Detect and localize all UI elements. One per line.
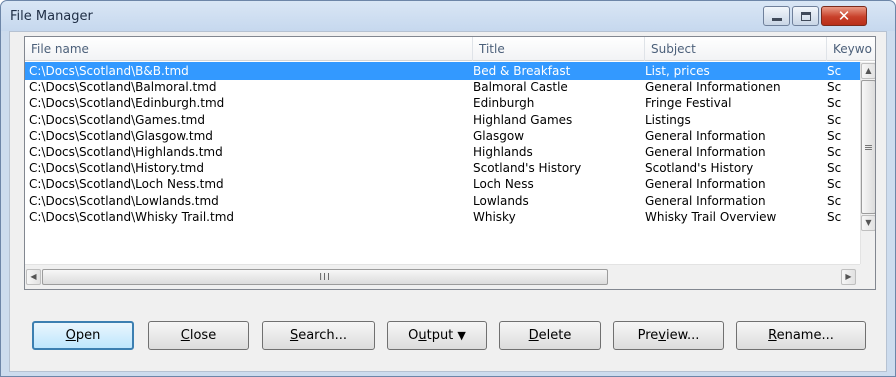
- output-mnemonic: u: [418, 328, 427, 343]
- column-header-title[interactable]: Title: [473, 37, 645, 61]
- open-mnemonic: O: [65, 328, 76, 343]
- scrollbar-corner: [860, 264, 875, 289]
- column-header-subject[interactable]: Subject: [645, 37, 827, 61]
- close-button[interactable]: Close: [148, 321, 249, 350]
- minimize-icon: [771, 18, 782, 21]
- open-label-post: pen: [75, 328, 101, 343]
- preview-button[interactable]: Preview...: [613, 321, 724, 350]
- column-header-file-name[interactable]: File name: [25, 37, 473, 61]
- list-rows: C:\Docs\Scotland\B&B.tmd Bed & Breakfast L…: [25, 62, 860, 264]
- delete-button[interactable]: Delete: [499, 321, 601, 350]
- title-bar[interactable]: File Manager ✕: [1, 1, 895, 31]
- search-label-post: earch...: [298, 328, 348, 343]
- horizontal-scroll-thumb[interactable]: III: [42, 269, 608, 285]
- rename-label-post: ename...: [776, 328, 834, 343]
- output-label-pre: O: [408, 328, 419, 343]
- delete-mnemonic: D: [528, 328, 539, 343]
- dropdown-arrow-icon: ▼: [457, 329, 466, 342]
- scroll-right-button[interactable]: ▶: [841, 269, 856, 285]
- subject-cell: Whisky Trail Overview: [645, 209, 777, 224]
- vertical-scrollbar[interactable]: ▲ ≡ ▼: [860, 62, 875, 264]
- window-title: File Manager: [10, 9, 93, 24]
- rename-button[interactable]: Rename...: [736, 321, 866, 350]
- delete-label-post: elete: [538, 328, 572, 343]
- output-label-post: tput: [426, 328, 454, 343]
- search-button[interactable]: Search...: [262, 321, 375, 350]
- preview-label-pre: Pre: [637, 328, 659, 343]
- list-header: File name Title Subject Keywo: [25, 37, 875, 61]
- search-mnemonic: S: [289, 328, 299, 343]
- horizontal-scrollbar[interactable]: ◀ III ▶: [25, 264, 860, 289]
- scroll-down-button[interactable]: ▼: [861, 215, 875, 231]
- scroll-left-button[interactable]: ◀: [26, 269, 41, 285]
- file-list[interactable]: File name Title Subject Keywo C:\Docs\Sc…: [24, 36, 876, 290]
- close-label-post: lose: [189, 328, 217, 343]
- table-row[interactable]: C:\Docs\Scotland\Whisky Trail.tmd Whisky W…: [25, 208, 860, 226]
- minimize-button[interactable]: [763, 6, 790, 26]
- preview-label-post: iew...: [665, 328, 700, 343]
- close-window-button[interactable]: ✕: [821, 6, 867, 26]
- maximize-icon: [800, 11, 811, 21]
- close-icon: ✕: [837, 6, 851, 25]
- file-name-cell: C:\Docs\Scotland\Whisky Trail.tmd: [29, 209, 234, 224]
- vertical-scroll-thumb[interactable]: ≡: [861, 80, 875, 214]
- title-cell: Whisky: [473, 209, 516, 224]
- open-button[interactable]: Open: [32, 321, 134, 350]
- file-manager-window: File Manager ✕ File name Title Subject K…: [0, 0, 896, 377]
- preview-mnemonic: v: [658, 328, 666, 343]
- output-dropdown-button[interactable]: Output ▼: [387, 321, 487, 350]
- close-mnemonic: C: [180, 328, 190, 343]
- column-header-keywords[interactable]: Keywo: [827, 37, 875, 61]
- rename-mnemonic: R: [768, 328, 777, 343]
- keywords-cell: Sc: [827, 209, 842, 224]
- scroll-up-button[interactable]: ▲: [861, 63, 875, 79]
- maximize-button[interactable]: [792, 6, 819, 26]
